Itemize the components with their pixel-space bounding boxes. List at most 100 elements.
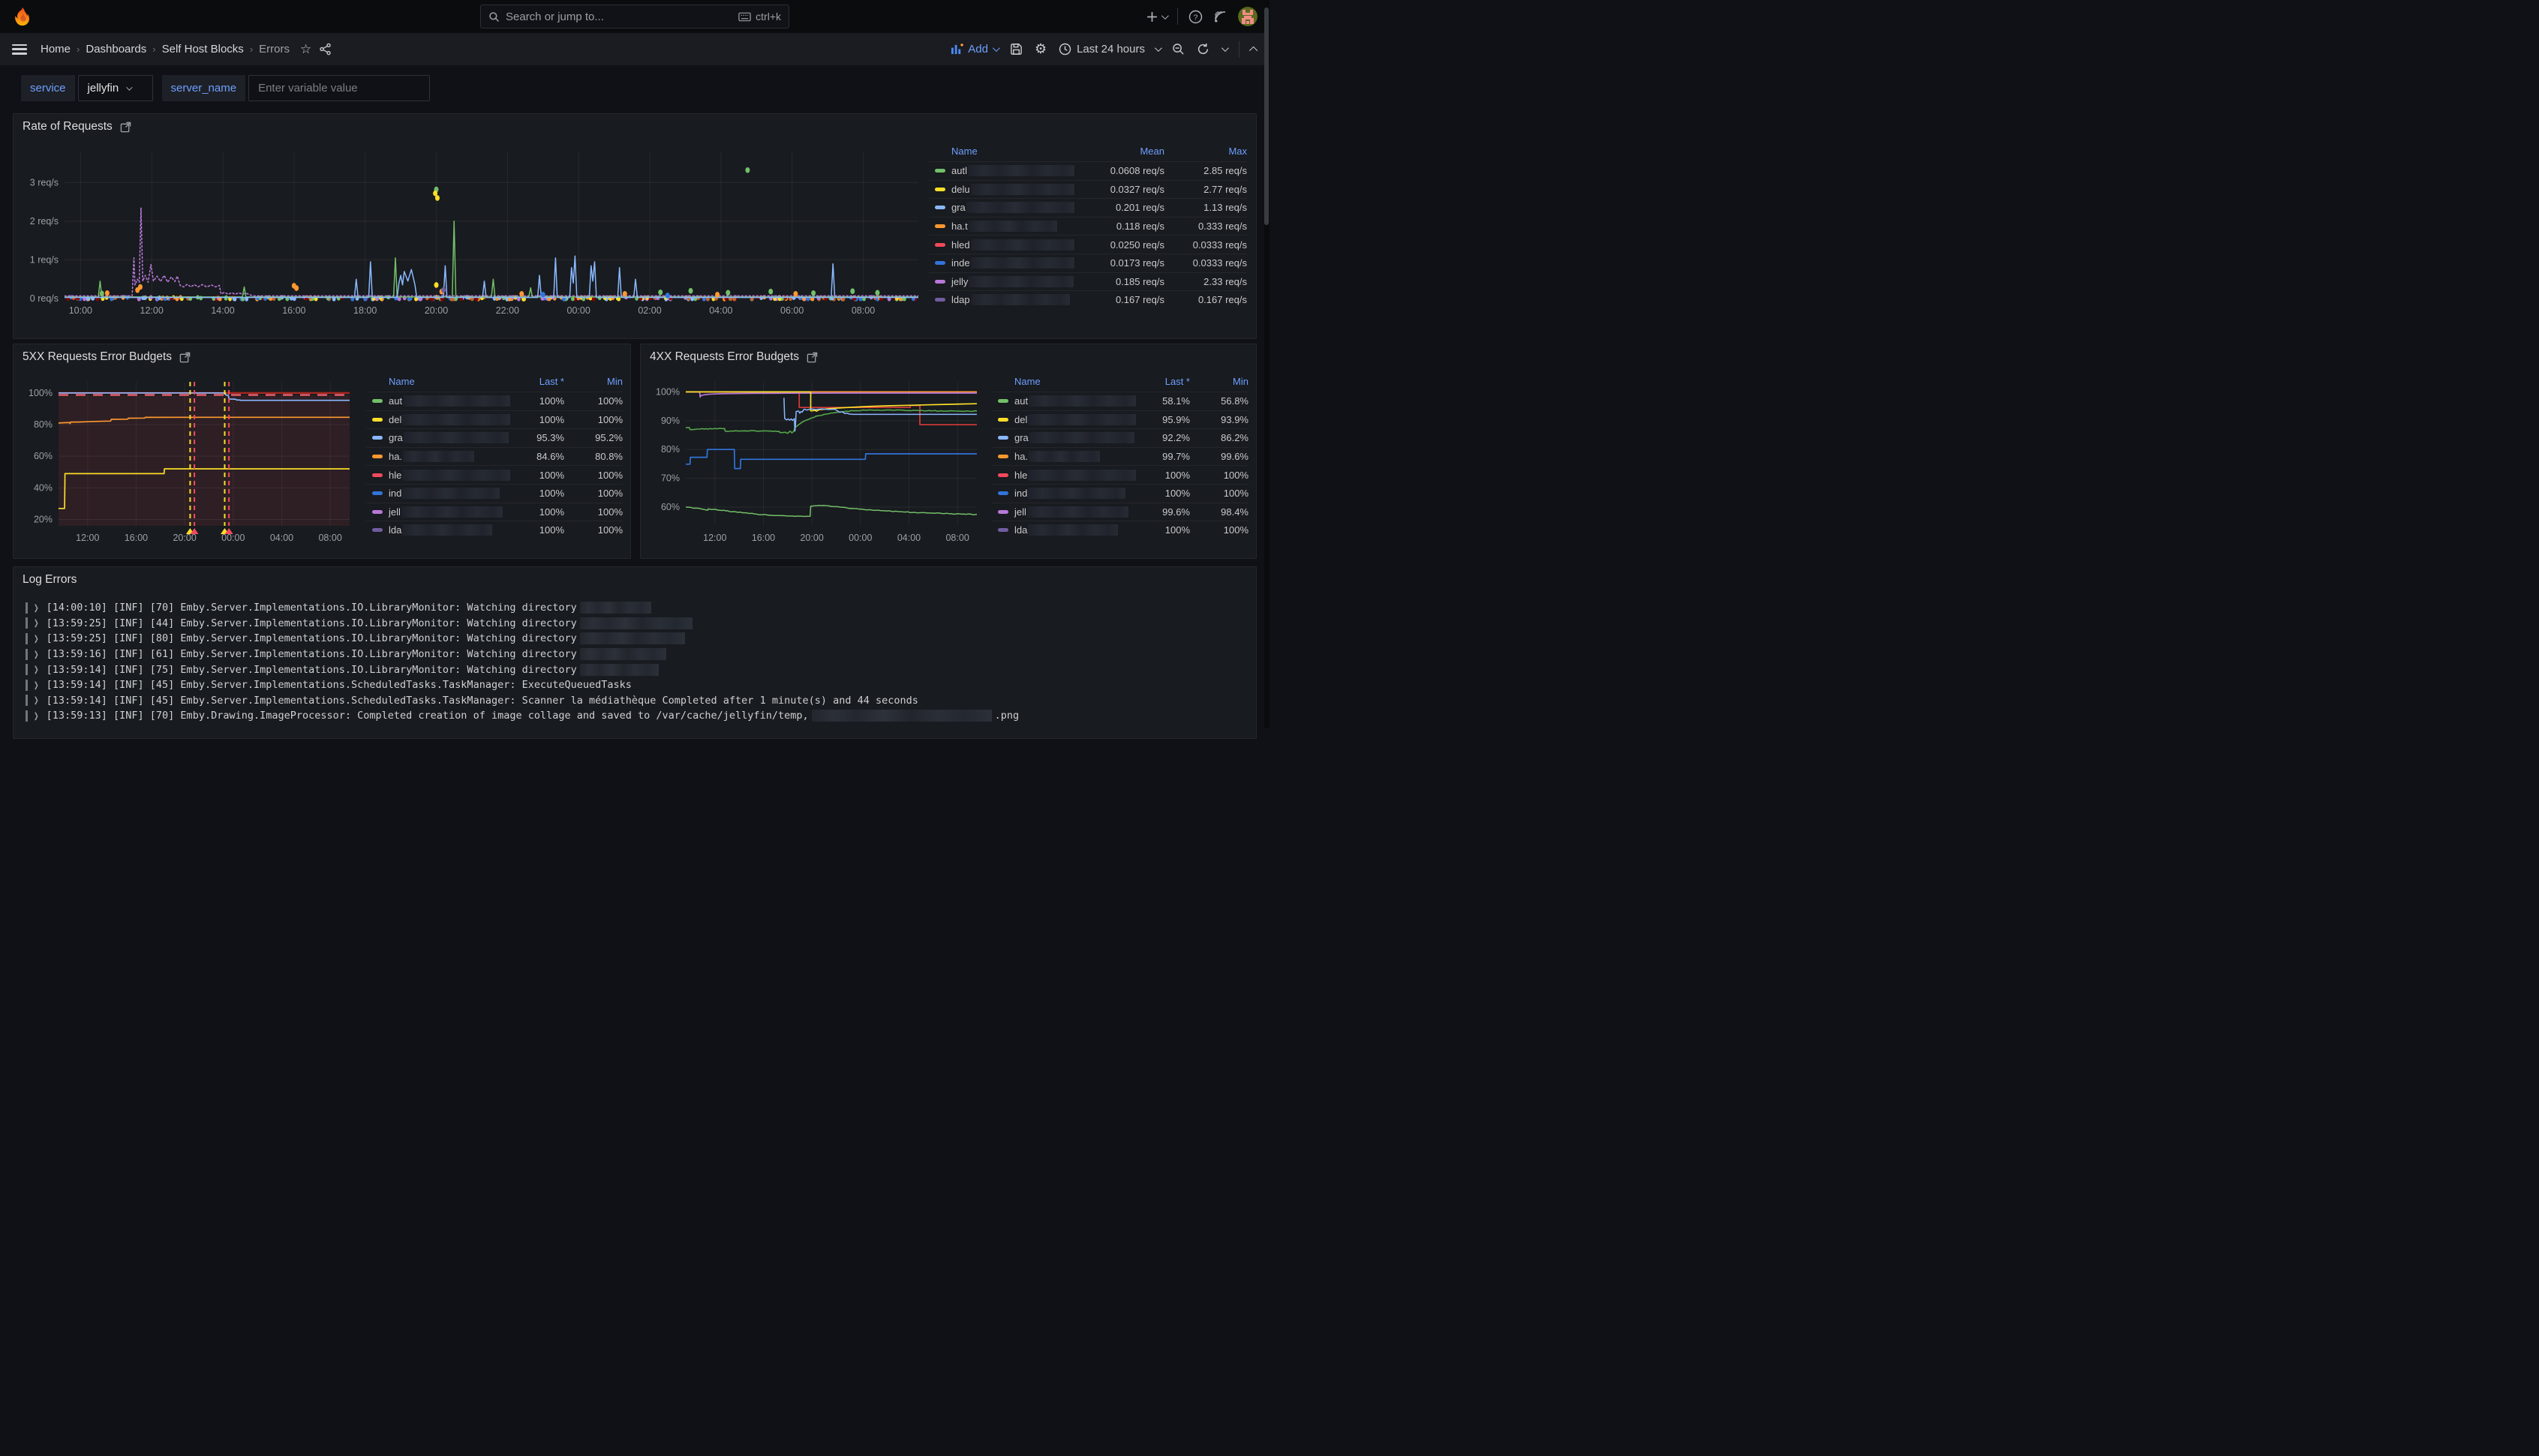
legend-row[interactable]: ha.t0.118 req/s0.333 req/s: [929, 217, 1247, 236]
svg-text:18:00: 18:00: [353, 305, 377, 316]
series-name-prefix: aut: [1014, 395, 1028, 407]
legend-header-last[interactable]: Last *: [1136, 376, 1190, 387]
legend-header-min[interactable]: Min: [564, 376, 623, 387]
redacted-series-name: [403, 395, 510, 407]
grafana-logo-icon[interactable]: [12, 7, 32, 27]
refresh-button[interactable]: [1197, 43, 1209, 56]
breadcrumb-item[interactable]: Dashboards: [86, 43, 146, 56]
legend-row[interactable]: del95.9%93.9%: [992, 410, 1248, 429]
time-range-picker[interactable]: Last 24 hours: [1059, 43, 1160, 56]
legend-header-mean[interactable]: Mean: [1074, 146, 1164, 157]
legend-row[interactable]: ha.99.7%99.6%: [992, 447, 1248, 466]
external-link-icon[interactable]: [120, 122, 131, 133]
legend-row[interactable]: lda100%100%: [992, 521, 1248, 539]
legend-header-max[interactable]: Max: [1164, 146, 1247, 157]
share-button[interactable]: [319, 43, 332, 56]
external-link-icon[interactable]: [807, 352, 818, 363]
series-name-prefix: ldap: [951, 294, 970, 305]
log-row[interactable]: ❯[14:00:10] [INF] [70] Emby.Server.Imple…: [23, 600, 1247, 616]
save-dashboard-button[interactable]: [1010, 43, 1023, 56]
dashboard-settings-button[interactable]: ⚙: [1035, 41, 1047, 57]
series-name-prefix: ind: [1014, 488, 1027, 499]
log-row[interactable]: ❯[13:59:25] [INF] [80] Emby.Server.Imple…: [23, 631, 1247, 647]
legend-row[interactable]: aut100%100%: [366, 392, 623, 410]
legend-row[interactable]: lda100%100%: [366, 521, 623, 539]
legend-header-min[interactable]: Min: [1190, 376, 1248, 387]
legend-row[interactable]: hled0.0250 req/s0.0333 req/s: [929, 235, 1247, 254]
legend-row[interactable]: jelly0.185 req/s2.33 req/s: [929, 272, 1247, 291]
legend-value: 95.3%: [510, 432, 564, 443]
legend-row[interactable]: gra0.201 req/s1.13 req/s: [929, 198, 1247, 217]
legend-row[interactable]: inde0.0173 req/s0.0333 req/s: [929, 254, 1247, 272]
legend-value: 100%: [564, 488, 623, 499]
log-row[interactable]: ❯[13:59:14] [INF] [45] Emby.Server.Imple…: [23, 677, 1247, 693]
collapse-toolbar-button[interactable]: [1249, 46, 1257, 54]
redacted-series-name: [402, 524, 492, 536]
log-row[interactable]: ❯[13:59:14] [INF] [75] Emby.Server.Imple…: [23, 662, 1247, 677]
fivexx-chart[interactable]: 20%40%60%80%100%12:0016:0020:0000:0004:0…: [17, 371, 356, 557]
legend-header-name[interactable]: Name: [366, 376, 510, 387]
expand-log-chevron-icon[interactable]: ❯: [34, 648, 39, 661]
legend-header-name[interactable]: Name: [929, 146, 1074, 157]
clock-icon: [1059, 43, 1071, 56]
expand-log-chevron-icon[interactable]: ❯: [34, 617, 39, 629]
expand-log-chevron-icon[interactable]: ❯: [34, 694, 39, 707]
breadcrumb-item[interactable]: Home: [41, 43, 71, 56]
series-name-prefix: del: [389, 414, 401, 425]
expand-log-chevron-icon[interactable]: ❯: [34, 632, 39, 645]
legend-row[interactable]: autl0.0608 req/s2.85 req/s: [929, 161, 1247, 180]
legend-row[interactable]: hle100%100%: [366, 465, 623, 484]
legend-header-name[interactable]: Name: [992, 376, 1136, 387]
add-new-button[interactable]: [1146, 11, 1167, 23]
log-row[interactable]: ❯[13:59:13] [INF] [70] Emby.Drawing.Imag…: [23, 708, 1247, 724]
panel-title[interactable]: 4XX Requests Error Budgets: [650, 350, 799, 364]
legend-row[interactable]: delu0.0327 req/s2.77 req/s: [929, 180, 1247, 199]
expand-log-chevron-icon[interactable]: ❯: [34, 663, 39, 676]
log-row[interactable]: ❯[13:59:16] [INF] [61] Emby.Server.Imple…: [23, 647, 1247, 662]
legend-value: 100%: [1136, 470, 1190, 481]
legend-row[interactable]: jell100%100%: [366, 503, 623, 521]
zoom-out-button[interactable]: [1172, 43, 1185, 56]
expand-log-chevron-icon[interactable]: ❯: [34, 679, 39, 692]
svg-text:70%: 70%: [661, 473, 680, 484]
legend-row[interactable]: ind100%100%: [992, 484, 1248, 503]
legend-row[interactable]: hle100%100%: [992, 465, 1248, 484]
add-panel-button[interactable]: Add: [951, 43, 998, 56]
variable-service-select[interactable]: jellyfin: [78, 75, 153, 101]
news-rss-icon[interactable]: [1213, 10, 1227, 24]
legend-row[interactable]: gra92.2%86.2%: [992, 428, 1248, 447]
legend-header-last[interactable]: Last *: [510, 376, 564, 387]
series-name-prefix: delu: [951, 184, 970, 195]
legend-row[interactable]: ha.84.6%80.8%: [366, 447, 623, 466]
panel-title[interactable]: Rate of Requests: [23, 120, 113, 134]
legend-row[interactable]: jell99.6%98.4%: [992, 503, 1248, 521]
page-scrollbar-thumb[interactable]: [1264, 8, 1269, 225]
mega-menu-toggle[interactable]: [12, 44, 27, 55]
legend-row[interactable]: ldap0.167 req/s0.167 req/s: [929, 290, 1247, 309]
legend-row[interactable]: aut58.1%56.8%: [992, 392, 1248, 410]
redacted-log-text: [580, 664, 659, 676]
variable-server-name-input[interactable]: [248, 75, 430, 101]
legend-row[interactable]: gra95.3%95.2%: [366, 428, 623, 447]
log-row[interactable]: ❯[13:59:14] [INF] [45] Emby.Server.Imple…: [23, 693, 1247, 709]
search-input[interactable]: Search or jump to... ctrl+k: [480, 5, 789, 29]
legend-row[interactable]: ind100%100%: [366, 484, 623, 503]
svg-text:90%: 90%: [661, 416, 680, 426]
panel-title[interactable]: 5XX Requests Error Budgets: [23, 350, 172, 364]
legend-row[interactable]: del100%100%: [366, 410, 623, 429]
user-avatar[interactable]: [1238, 7, 1257, 26]
expand-log-chevron-icon[interactable]: ❯: [34, 602, 39, 614]
panel-title[interactable]: Log Errors: [23, 573, 77, 587]
breadcrumb-item[interactable]: Self Host Blocks: [162, 43, 244, 56]
svg-text:0 req/s: 0 req/s: [30, 293, 59, 304]
log-row[interactable]: ❯[13:59:25] [INF] [44] Emby.Server.Imple…: [23, 616, 1247, 632]
favorite-star-button[interactable]: ☆: [300, 42, 311, 57]
refresh-interval-chevron[interactable]: [1221, 44, 1229, 52]
legend-value: 92.2%: [1136, 432, 1190, 443]
rate-chart[interactable]: 0 req/s1 req/s2 req/s3 req/s10:0012:0014…: [18, 143, 926, 335]
help-button[interactable]: ?: [1188, 10, 1203, 24]
fourxx-chart[interactable]: 60%70%80%90%100%12:0016:0020:0000:0004:0…: [644, 371, 983, 557]
expand-log-chevron-icon[interactable]: ❯: [34, 710, 39, 722]
series-color-swatch: [935, 206, 945, 209]
external-link-icon[interactable]: [179, 352, 191, 363]
